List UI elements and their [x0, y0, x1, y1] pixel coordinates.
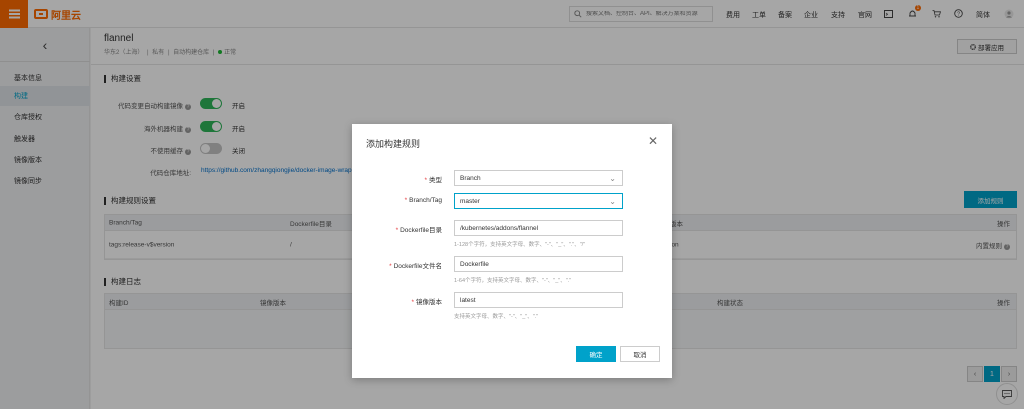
- cancel-button[interactable]: 取消: [620, 346, 660, 362]
- type-value: Branch: [460, 174, 481, 182]
- dockerfile-name-label: * Dockerfile文件名: [389, 263, 442, 270]
- dialog-title: 添加构建规则: [366, 139, 421, 149]
- branch-tag-value: master: [460, 197, 480, 205]
- confirm-button[interactable]: 确定: [576, 346, 616, 362]
- chevron-down-icon: ⌄: [609, 174, 616, 183]
- type-label: * 类型: [424, 177, 442, 184]
- branch-tag-label: * Branch/Tag: [404, 197, 442, 204]
- chevron-down-icon: ⌄: [609, 197, 616, 206]
- dockerfile-dir-input[interactable]: /kubernetes/addons/flannel: [454, 220, 623, 236]
- dockerfile-name-hint: 1-64个字符，支持英文字母、数字、"-"、"_"、".": [454, 278, 572, 284]
- dockerfile-dir-hint: 1-128个字符，支持英文字母、数字、"-"、"_"、"."、"/": [454, 242, 586, 248]
- dockerfile-dir-label: * Dockerfile目录: [395, 227, 442, 234]
- image-version-input[interactable]: latest: [454, 292, 623, 308]
- image-version-label: * 镜像版本: [411, 299, 442, 306]
- dockerfile-name-input[interactable]: Dockerfile: [454, 256, 623, 272]
- image-version-hint: 支持英文字母、数字、"-"、"_"、".": [454, 314, 539, 320]
- branch-tag-select[interactable]: master ⌄: [454, 193, 623, 209]
- close-icon[interactable]: ✕: [648, 135, 658, 147]
- type-select[interactable]: Branch ⌄: [454, 170, 623, 186]
- add-build-rule-dialog: 添加构建规则 ✕ * 类型 Branch ⌄ * Branch/Tag master…: [352, 124, 672, 378]
